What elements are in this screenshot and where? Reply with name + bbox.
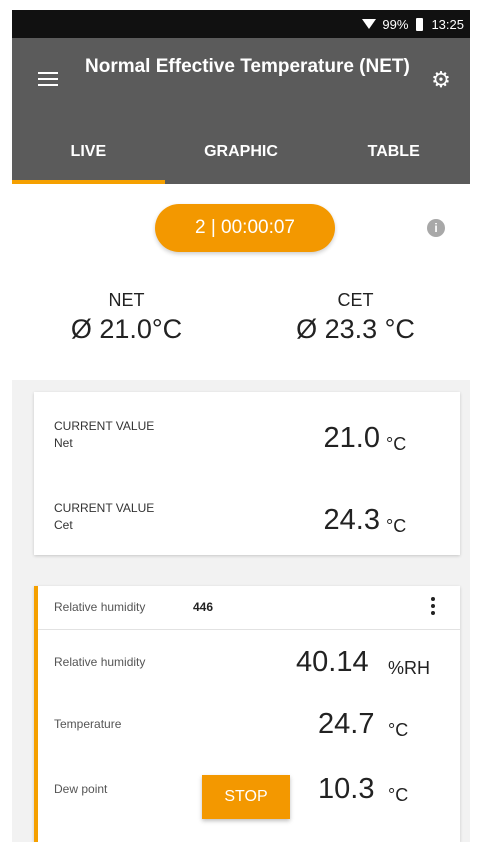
current-value-title: CURRENT VALUE bbox=[54, 419, 155, 433]
current-values-card: CURRENT VALUE Net 21.0 °C CURRENT VALUE … bbox=[34, 392, 460, 555]
current-value-subtitle: Cet bbox=[54, 518, 73, 532]
gear-icon[interactable]: ⚙ bbox=[430, 69, 452, 91]
measurement-label: Dew point bbox=[54, 782, 108, 796]
current-value-cet: 24.3 bbox=[323, 504, 380, 536]
summary-net-label: NET bbox=[108, 290, 145, 310]
measurement-value: 40.14 bbox=[296, 646, 369, 678]
current-value-subtitle: Net bbox=[54, 436, 73, 450]
menu-icon[interactable] bbox=[38, 72, 58, 86]
battery-icon bbox=[416, 17, 424, 31]
current-value-cet-unit: °C bbox=[386, 516, 407, 536]
measurement-label: Relative humidity bbox=[54, 655, 146, 669]
measurement-unit: %RH bbox=[388, 658, 431, 678]
tab-live[interactable]: LIVE bbox=[12, 120, 165, 184]
probe-name: Relative humidity bbox=[54, 600, 146, 614]
measurement-unit: °C bbox=[388, 785, 409, 805]
measurement-timer-button[interactable]: 2 | 00:00:07 bbox=[155, 204, 335, 252]
current-value-title: CURRENT VALUE bbox=[54, 501, 155, 515]
measurement-label: Temperature bbox=[54, 717, 122, 731]
tab-bar: LIVE GRAPHIC TABLE bbox=[12, 120, 470, 184]
summary-net-value: Ø 21.0°C bbox=[70, 314, 183, 344]
app-screen: 99% 13:25 Normal Effective Temperature (… bbox=[12, 10, 470, 842]
stop-button[interactable]: STOP bbox=[202, 775, 290, 819]
app-bar: Normal Effective Temperature (NET) ⚙ bbox=[12, 38, 470, 120]
summary-cet-label: CET bbox=[337, 290, 374, 310]
status-bar: 99% 13:25 bbox=[12, 10, 470, 38]
wifi-icon bbox=[362, 19, 377, 29]
info-icon[interactable]: i bbox=[427, 219, 445, 237]
page-title: Normal Effective Temperature (NET) bbox=[85, 56, 410, 77]
measurement-unit: °C bbox=[388, 720, 409, 740]
current-value-net-label: CURRENT VALUE Net bbox=[54, 418, 154, 452]
battery-level: 99% bbox=[382, 16, 409, 32]
kebab-icon[interactable] bbox=[430, 597, 436, 619]
current-value-net-unit: °C bbox=[386, 434, 407, 454]
measurement-value: 10.3 bbox=[318, 773, 375, 805]
tab-graphic[interactable]: GRAPHIC bbox=[165, 120, 318, 184]
probe-header: Relative humidity 446 bbox=[38, 586, 460, 630]
current-value-net: 21.0 bbox=[323, 422, 380, 454]
live-summary: 2 | 00:00:07 i NET Ø 21.0°C CET Ø 23.3 °… bbox=[12, 184, 470, 380]
measurement-value: 24.7 bbox=[318, 708, 375, 740]
summary-cet-value: Ø 23.3 °C bbox=[296, 314, 415, 344]
clock: 13:25 bbox=[431, 16, 464, 32]
current-value-cet-label: CURRENT VALUE Cet bbox=[54, 500, 154, 534]
tab-table[interactable]: TABLE bbox=[317, 120, 470, 184]
probe-id: 446 bbox=[193, 600, 214, 614]
